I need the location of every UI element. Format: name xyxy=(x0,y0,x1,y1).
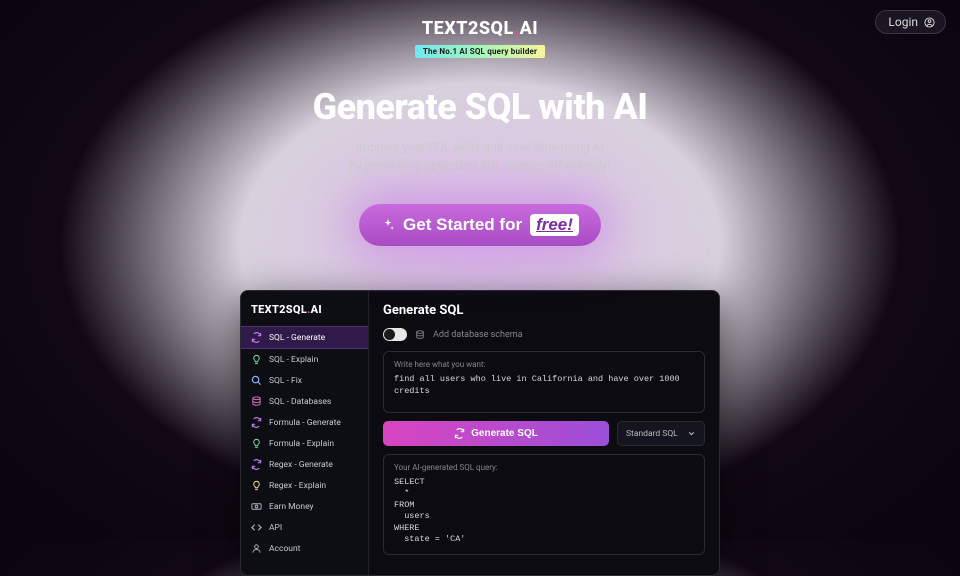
prompt-panel: Write here what you want: find all users… xyxy=(383,351,705,413)
sidebar-item-formula-generate[interactable]: Formula - Generate xyxy=(241,412,368,433)
refresh-icon xyxy=(454,428,465,439)
dialect-label: Standard SQL xyxy=(626,429,678,439)
prompt-input[interactable]: find all users who live in California an… xyxy=(394,374,694,404)
db-icon xyxy=(415,330,425,340)
brand-logo: TEXT2SQL.AI xyxy=(0,18,960,39)
sidebar-item-label: SQL - Databases xyxy=(269,397,331,407)
hero-subtitle: Improve your SQL skills and save time us… xyxy=(0,138,960,174)
db-icon xyxy=(251,396,262,407)
user-icon xyxy=(251,543,262,554)
sidebar-item-api[interactable]: API xyxy=(241,517,368,538)
tagline-badge: The No.1 AI SQL query builder xyxy=(415,45,545,58)
hero-title: Generate SQL with AI xyxy=(0,86,960,128)
bulb-g-icon xyxy=(251,354,262,365)
code-icon xyxy=(251,522,262,533)
sidebar-item-label: Regex - Explain xyxy=(269,481,326,491)
sidebar-item-label: SQL - Explain xyxy=(269,355,318,365)
sidebar-item-label: Account xyxy=(269,544,300,554)
search-icon xyxy=(251,375,262,386)
generate-label: Generate SQL xyxy=(471,428,538,439)
sidebar-item-earn-money[interactable]: Earn Money xyxy=(241,496,368,517)
schema-toggle[interactable] xyxy=(383,328,407,341)
user-circle-icon xyxy=(924,17,935,28)
chevron-down-icon xyxy=(687,429,696,438)
panel-title: Generate SQL xyxy=(383,303,705,318)
money-icon xyxy=(251,501,262,512)
dialect-select[interactable]: Standard SQL xyxy=(617,421,705,446)
sidebar-item-label: Regex - Generate xyxy=(269,460,333,470)
refresh-icon xyxy=(251,417,262,428)
app-brand: TEXT2SQL.AI xyxy=(241,301,368,326)
bulb-y-icon xyxy=(251,480,262,491)
main-panel: Generate SQL Add database schema Write h… xyxy=(369,291,719,575)
refresh-icon xyxy=(251,459,262,470)
sidebar-item-label: API xyxy=(269,523,282,533)
login-label: Login xyxy=(888,15,918,29)
generate-sql-button[interactable]: Generate SQL xyxy=(383,421,609,446)
sidebar-item-sql-explain[interactable]: SQL - Explain xyxy=(241,349,368,370)
schema-label: Add database schema xyxy=(433,330,523,340)
sidebar-item-formula-explain[interactable]: Formula - Explain xyxy=(241,433,368,454)
result-label: Your AI-generated SQL query: xyxy=(394,463,694,472)
sparkle-icon xyxy=(381,218,395,232)
hero: Generate SQL with AI Improve your SQL sk… xyxy=(0,86,960,174)
sidebar-item-label: Formula - Generate xyxy=(269,418,341,428)
site-header: TEXT2SQL.AI The No.1 AI SQL query builde… xyxy=(0,0,960,58)
app-preview: TEXT2SQL.AI SQL - Generate SQL - Explain S… xyxy=(240,290,720,576)
sidebar-item-label: SQL - Generate xyxy=(269,333,325,343)
sidebar-item-label: Formula - Explain xyxy=(269,439,334,449)
refresh-icon xyxy=(251,332,262,343)
sidebar: TEXT2SQL.AI SQL - Generate SQL - Explain S… xyxy=(241,291,369,575)
sidebar-item-account[interactable]: Account xyxy=(241,538,368,559)
sidebar-item-regex-explain[interactable]: Regex - Explain xyxy=(241,475,368,496)
cta-highlight: free! xyxy=(530,214,579,236)
prompt-label: Write here what you want: xyxy=(394,360,694,369)
sidebar-item-sql-generate[interactable]: SQL - Generate xyxy=(241,326,368,349)
sidebar-item-regex-generate[interactable]: Regex - Generate xyxy=(241,454,368,475)
sidebar-item-sql-fix[interactable]: SQL - Fix xyxy=(241,370,368,391)
sidebar-item-label: Earn Money xyxy=(269,502,314,512)
trust-line: Trusted by 100,000+ users from 1,000+ co… xyxy=(0,258,960,268)
get-started-button[interactable]: Get Started for free! xyxy=(359,204,601,246)
sql-output: SELECT * FROM users WHERE state = 'CA' xyxy=(394,477,694,546)
login-button[interactable]: Login xyxy=(875,10,946,34)
sidebar-item-sql-databases[interactable]: SQL - Databases xyxy=(241,391,368,412)
bulb-g-icon xyxy=(251,438,262,449)
sidebar-item-label: SQL - Fix xyxy=(269,376,302,386)
cta-prefix: Get Started for xyxy=(403,215,522,235)
